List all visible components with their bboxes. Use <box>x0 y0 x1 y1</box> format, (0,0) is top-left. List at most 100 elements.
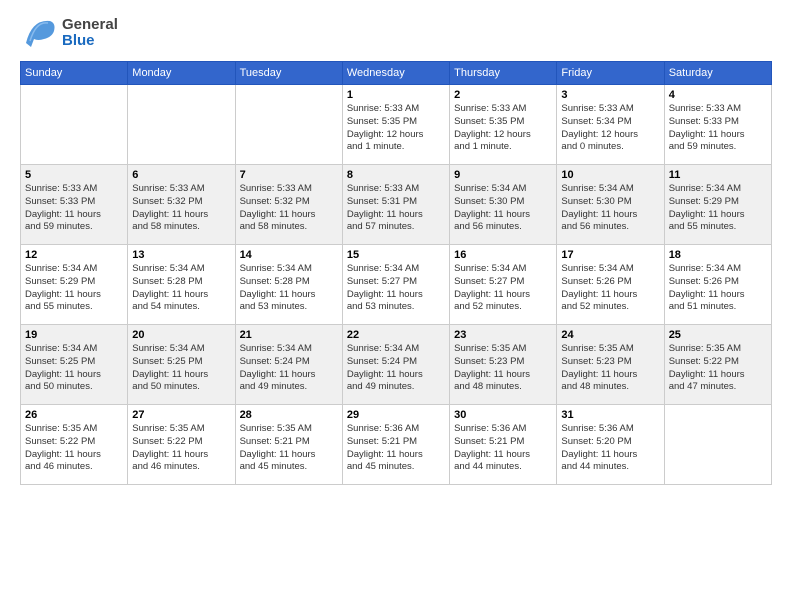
weekday-header-sunday: Sunday <box>21 62 128 85</box>
calendar-cell: 17 Sunrise: 5:34 AM Sunset: 5:26 PM Dayli… <box>557 245 664 325</box>
day-info: Sunrise: 5:35 AM Sunset: 5:21 PM Dayligh… <box>240 423 338 474</box>
day-number: 5 <box>25 169 123 181</box>
day-number: 30 <box>454 409 552 421</box>
page: General Blue SundayMondayTuesdayWednesda… <box>0 0 792 612</box>
calendar-cell: 20 Sunrise: 5:34 AM Sunset: 5:25 PM Dayli… <box>128 325 235 405</box>
calendar-cell <box>235 85 342 165</box>
calendar-header: SundayMondayTuesdayWednesdayThursdayFrid… <box>21 62 772 85</box>
calendar-cell: 15Sunrise: 5:34 AM Sunset: 5:27 PM Dayli… <box>342 245 449 325</box>
day-number: 14 <box>240 249 338 261</box>
day-number: 27 <box>132 409 230 421</box>
day-info: Sunrise: 5:33 AM Sunset: 5:32 PM Dayligh… <box>132 183 230 234</box>
day-info: Sunrise: 5:34 AM Sunset: 5:25 PM Dayligh… <box>132 343 230 394</box>
day-info: Sunrise: 5:35 AM Sunset: 5:23 PM Dayligh… <box>454 343 552 394</box>
day-info: Sunrise: 5:34 AM Sunset: 5:30 PM Dayligh… <box>454 183 552 234</box>
day-info: Sunrise: 5:33 AM Sunset: 5:32 PM Dayligh… <box>240 183 338 234</box>
day-number: 10 <box>561 169 659 181</box>
day-number: 9 <box>454 169 552 181</box>
day-number: 13 <box>132 249 230 261</box>
week-row-1: 1 Sunrise: 5:33 AM Sunset: 5:35 PM Daylig… <box>21 85 772 165</box>
day-info: Sunrise: 5:34 AM Sunset: 5:29 PM Dayligh… <box>25 263 123 314</box>
day-number: 2 <box>454 89 552 101</box>
day-number: 20 <box>132 329 230 341</box>
calendar-cell: 4 Sunrise: 5:33 AM Sunset: 5:33 PM Daylig… <box>664 85 771 165</box>
week-row-3: 12Sunrise: 5:34 AM Sunset: 5:29 PM Dayli… <box>21 245 772 325</box>
calendar-cell: 21 Sunrise: 5:34 AM Sunset: 5:24 PM Dayli… <box>235 325 342 405</box>
calendar-cell: 19 Sunrise: 5:34 AM Sunset: 5:25 PM Dayli… <box>21 325 128 405</box>
day-number: 17 <box>561 249 659 261</box>
logo-container: General Blue <box>20 15 118 51</box>
header: General Blue <box>20 15 772 51</box>
week-row-4: 19 Sunrise: 5:34 AM Sunset: 5:25 PM Dayli… <box>21 325 772 405</box>
calendar-cell: 9 Sunrise: 5:34 AM Sunset: 5:30 PM Daylig… <box>450 165 557 245</box>
day-number: 28 <box>240 409 338 421</box>
calendar-cell: 14Sunrise: 5:34 AM Sunset: 5:28 PM Dayli… <box>235 245 342 325</box>
day-info: Sunrise: 5:34 AM Sunset: 5:24 PM Dayligh… <box>347 343 445 394</box>
calendar-cell: 27 Sunrise: 5:35 AM Sunset: 5:22 PM Dayli… <box>128 405 235 485</box>
day-number: 3 <box>561 89 659 101</box>
day-number: 18 <box>669 249 767 261</box>
calendar-cell: 23 Sunrise: 5:35 AM Sunset: 5:23 PM Dayli… <box>450 325 557 405</box>
calendar-cell: 3Sunrise: 5:33 AM Sunset: 5:34 PM Daylig… <box>557 85 664 165</box>
weekday-header-wednesday: Wednesday <box>342 62 449 85</box>
week-row-5: 26Sunrise: 5:35 AM Sunset: 5:22 PM Dayli… <box>21 405 772 485</box>
weekday-header-saturday: Saturday <box>664 62 771 85</box>
day-number: 1 <box>347 89 445 101</box>
calendar-cell: 11 Sunrise: 5:34 AM Sunset: 5:29 PM Dayli… <box>664 165 771 245</box>
day-number: 23 <box>454 329 552 341</box>
day-info: Sunrise: 5:33 AM Sunset: 5:35 PM Dayligh… <box>347 103 445 154</box>
calendar-cell: 30 Sunrise: 5:36 AM Sunset: 5:21 PM Dayli… <box>450 405 557 485</box>
calendar-cell: 16Sunrise: 5:34 AM Sunset: 5:27 PM Dayli… <box>450 245 557 325</box>
calendar-cell <box>664 405 771 485</box>
logo-text: General Blue <box>62 17 118 50</box>
calendar-cell: 25Sunrise: 5:35 AM Sunset: 5:22 PM Dayli… <box>664 325 771 405</box>
calendar-cell <box>21 85 128 165</box>
day-number: 21 <box>240 329 338 341</box>
calendar: SundayMondayTuesdayWednesdayThursdayFrid… <box>20 61 772 485</box>
calendar-cell: 24Sunrise: 5:35 AM Sunset: 5:23 PM Dayli… <box>557 325 664 405</box>
calendar-cell: 1 Sunrise: 5:33 AM Sunset: 5:35 PM Daylig… <box>342 85 449 165</box>
calendar-cell: 10Sunrise: 5:34 AM Sunset: 5:30 PM Dayli… <box>557 165 664 245</box>
day-info: Sunrise: 5:34 AM Sunset: 5:29 PM Dayligh… <box>669 183 767 234</box>
logo: General Blue <box>20 15 118 51</box>
calendar-body: 1 Sunrise: 5:33 AM Sunset: 5:35 PM Daylig… <box>21 85 772 485</box>
day-info: Sunrise: 5:33 AM Sunset: 5:33 PM Dayligh… <box>669 103 767 154</box>
day-info: Sunrise: 5:36 AM Sunset: 5:21 PM Dayligh… <box>454 423 552 474</box>
day-info: Sunrise: 5:33 AM Sunset: 5:33 PM Dayligh… <box>25 183 123 234</box>
day-info: Sunrise: 5:34 AM Sunset: 5:28 PM Dayligh… <box>132 263 230 314</box>
day-number: 24 <box>561 329 659 341</box>
day-info: Sunrise: 5:35 AM Sunset: 5:22 PM Dayligh… <box>132 423 230 474</box>
day-info: Sunrise: 5:35 AM Sunset: 5:22 PM Dayligh… <box>25 423 123 474</box>
weekday-header-thursday: Thursday <box>450 62 557 85</box>
day-number: 19 <box>25 329 123 341</box>
day-number: 8 <box>347 169 445 181</box>
calendar-cell: 7 Sunrise: 5:33 AM Sunset: 5:32 PM Daylig… <box>235 165 342 245</box>
calendar-cell: 28 Sunrise: 5:35 AM Sunset: 5:21 PM Dayli… <box>235 405 342 485</box>
logo-icon <box>20 15 56 51</box>
calendar-cell <box>128 85 235 165</box>
day-number: 7 <box>240 169 338 181</box>
day-number: 11 <box>669 169 767 181</box>
calendar-cell: 2Sunrise: 5:33 AM Sunset: 5:35 PM Daylig… <box>450 85 557 165</box>
day-number: 22 <box>347 329 445 341</box>
calendar-cell: 13 Sunrise: 5:34 AM Sunset: 5:28 PM Dayli… <box>128 245 235 325</box>
day-info: Sunrise: 5:34 AM Sunset: 5:27 PM Dayligh… <box>454 263 552 314</box>
day-info: Sunrise: 5:34 AM Sunset: 5:24 PM Dayligh… <box>240 343 338 394</box>
calendar-cell: 6 Sunrise: 5:33 AM Sunset: 5:32 PM Daylig… <box>128 165 235 245</box>
day-number: 29 <box>347 409 445 421</box>
weekday-header-tuesday: Tuesday <box>235 62 342 85</box>
day-info: Sunrise: 5:34 AM Sunset: 5:25 PM Dayligh… <box>25 343 123 394</box>
calendar-cell: 31Sunrise: 5:36 AM Sunset: 5:20 PM Dayli… <box>557 405 664 485</box>
calendar-cell: 22 Sunrise: 5:34 AM Sunset: 5:24 PM Dayli… <box>342 325 449 405</box>
weekday-row: SundayMondayTuesdayWednesdayThursdayFrid… <box>21 62 772 85</box>
day-number: 6 <box>132 169 230 181</box>
day-number: 31 <box>561 409 659 421</box>
week-row-2: 5 Sunrise: 5:33 AM Sunset: 5:33 PM Daylig… <box>21 165 772 245</box>
day-number: 4 <box>669 89 767 101</box>
day-info: Sunrise: 5:34 AM Sunset: 5:26 PM Dayligh… <box>561 263 659 314</box>
calendar-cell: 12Sunrise: 5:34 AM Sunset: 5:29 PM Dayli… <box>21 245 128 325</box>
day-info: Sunrise: 5:34 AM Sunset: 5:27 PM Dayligh… <box>347 263 445 314</box>
day-info: Sunrise: 5:34 AM Sunset: 5:26 PM Dayligh… <box>669 263 767 314</box>
weekday-header-monday: Monday <box>128 62 235 85</box>
day-number: 25 <box>669 329 767 341</box>
